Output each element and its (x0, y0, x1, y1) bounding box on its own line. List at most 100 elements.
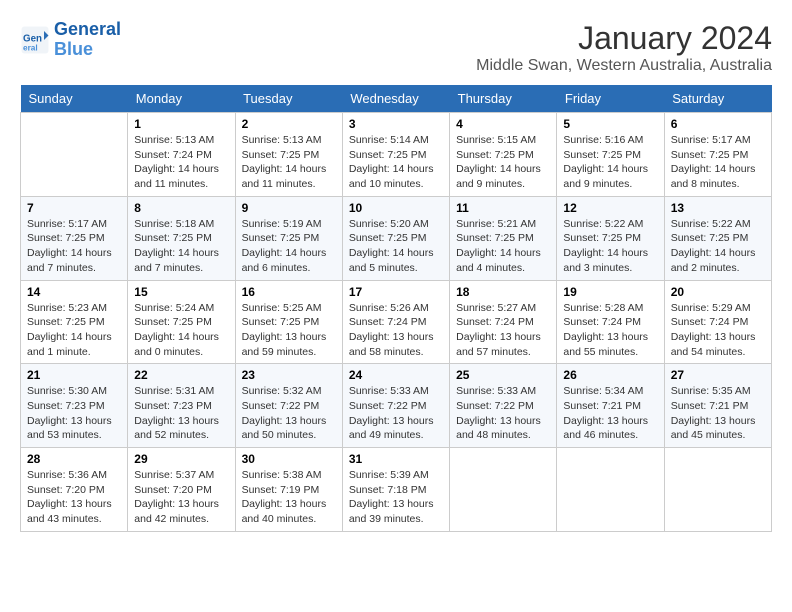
day-number: 30 (242, 452, 336, 466)
day-info: Sunrise: 5:17 AMSunset: 7:25 PMDaylight:… (671, 133, 765, 192)
day-number: 28 (27, 452, 121, 466)
day-info: Sunrise: 5:13 AMSunset: 7:25 PMDaylight:… (242, 133, 336, 192)
day-number: 3 (349, 117, 443, 131)
day-cell: 4Sunrise: 5:15 AMSunset: 7:25 PMDaylight… (450, 113, 557, 197)
day-info: Sunrise: 5:38 AMSunset: 7:19 PMDaylight:… (242, 468, 336, 527)
logo: Gen eral General Blue (20, 20, 121, 60)
day-cell: 6 Sunrise: 5:17 AMSunset: 7:25 PMDaylight… (664, 113, 771, 197)
title-section: January 2024 Middle Swan, Western Austra… (476, 20, 772, 75)
day-info: Sunrise: 5:31 AMSunset: 7:23 PMDaylight:… (134, 384, 228, 443)
day-number: 5 (563, 117, 657, 131)
day-number: 23 (242, 368, 336, 382)
day-cell: 9 Sunrise: 5:19 AMSunset: 7:25 PMDaylight… (235, 196, 342, 280)
day-number: 15 (134, 285, 228, 299)
day-cell: 26 Sunrise: 5:34 AMSunset: 7:21 PMDayligh… (557, 364, 664, 448)
day-number: 31 (349, 452, 443, 466)
day-cell (450, 448, 557, 532)
day-info: Sunrise: 5:33 AMSunset: 7:22 PMDaylight:… (456, 384, 550, 443)
logo-text: General Blue (54, 20, 121, 60)
week-row-4: 21 Sunrise: 5:30 AMSunset: 7:23 PMDayligh… (21, 364, 772, 448)
day-cell: 7Sunrise: 5:17 AMSunset: 7:25 PMDaylight… (21, 196, 128, 280)
day-cell: 28 Sunrise: 5:36 AMSunset: 7:20 PMDayligh… (21, 448, 128, 532)
day-info: Sunrise: 5:16 AMSunset: 7:25 PMDaylight:… (563, 133, 657, 192)
day-info: Sunrise: 5:25 AMSunset: 7:25 PMDaylight:… (242, 301, 336, 360)
weekday-header-wednesday: Wednesday (342, 85, 449, 113)
day-number: 26 (563, 368, 657, 382)
day-info: Sunrise: 5:33 AMSunset: 7:22 PMDaylight:… (349, 384, 443, 443)
day-info: Sunrise: 5:14 AMSunset: 7:25 PMDaylight:… (349, 133, 443, 192)
day-info: Sunrise: 5:18 AMSunset: 7:25 PMDaylight:… (134, 217, 228, 276)
day-cell (664, 448, 771, 532)
day-cell (21, 113, 128, 197)
day-cell: 12 Sunrise: 5:22 AMSunset: 7:25 PMDayligh… (557, 196, 664, 280)
day-number: 19 (563, 285, 657, 299)
day-info: Sunrise: 5:22 AMSunset: 7:25 PMDaylight:… (563, 217, 657, 276)
day-info: Sunrise: 5:15 AMSunset: 7:25 PMDaylight:… (456, 133, 550, 192)
day-cell: 16 Sunrise: 5:25 AMSunset: 7:25 PMDayligh… (235, 280, 342, 364)
day-cell: 10 Sunrise: 5:20 AMSunset: 7:25 PMDayligh… (342, 196, 449, 280)
day-number: 18 (456, 285, 550, 299)
day-cell: 17 Sunrise: 5:26 AMSunset: 7:24 PMDayligh… (342, 280, 449, 364)
day-info: Sunrise: 5:13 AMSunset: 7:24 PMDaylight:… (134, 133, 228, 192)
day-cell: 8 Sunrise: 5:18 AMSunset: 7:25 PMDaylight… (128, 196, 235, 280)
calendar-table: SundayMondayTuesdayWednesdayThursdayFrid… (20, 85, 772, 532)
day-info: Sunrise: 5:26 AMSunset: 7:24 PMDaylight:… (349, 301, 443, 360)
weekday-header-friday: Friday (557, 85, 664, 113)
day-number: 8 (134, 201, 228, 215)
day-number: 10 (349, 201, 443, 215)
day-info: Sunrise: 5:27 AMSunset: 7:24 PMDaylight:… (456, 301, 550, 360)
day-info: Sunrise: 5:39 AMSunset: 7:18 PMDaylight:… (349, 468, 443, 527)
day-number: 7 (27, 201, 121, 215)
weekday-header-row: SundayMondayTuesdayWednesdayThursdayFrid… (21, 85, 772, 113)
day-number: 11 (456, 201, 550, 215)
day-cell: 24 Sunrise: 5:33 AMSunset: 7:22 PMDayligh… (342, 364, 449, 448)
day-number: 24 (349, 368, 443, 382)
day-cell: 5 Sunrise: 5:16 AMSunset: 7:25 PMDaylight… (557, 113, 664, 197)
day-number: 9 (242, 201, 336, 215)
weekday-header-monday: Monday (128, 85, 235, 113)
day-cell: 15 Sunrise: 5:24 AMSunset: 7:25 PMDayligh… (128, 280, 235, 364)
day-number: 29 (134, 452, 228, 466)
day-info: Sunrise: 5:32 AMSunset: 7:22 PMDaylight:… (242, 384, 336, 443)
day-info: Sunrise: 5:24 AMSunset: 7:25 PMDaylight:… (134, 301, 228, 360)
day-cell: 11Sunrise: 5:21 AMSunset: 7:25 PMDayligh… (450, 196, 557, 280)
logo-line1: General (54, 19, 121, 39)
day-info: Sunrise: 5:35 AMSunset: 7:21 PMDaylight:… (671, 384, 765, 443)
day-number: 6 (671, 117, 765, 131)
day-cell: 18 Sunrise: 5:27 AMSunset: 7:24 PMDayligh… (450, 280, 557, 364)
day-info: Sunrise: 5:30 AMSunset: 7:23 PMDaylight:… (27, 384, 121, 443)
day-number: 21 (27, 368, 121, 382)
day-number: 1 (134, 117, 228, 131)
day-cell: 31 Sunrise: 5:39 AMSunset: 7:18 PMDayligh… (342, 448, 449, 532)
day-info: Sunrise: 5:36 AMSunset: 7:20 PMDaylight:… (27, 468, 121, 527)
day-cell: 29Sunrise: 5:37 AMSunset: 7:20 PMDayligh… (128, 448, 235, 532)
weekday-header-sunday: Sunday (21, 85, 128, 113)
location: Middle Swan, Western Australia, Australi… (476, 57, 772, 75)
day-info: Sunrise: 5:19 AMSunset: 7:25 PMDaylight:… (242, 217, 336, 276)
day-info: Sunrise: 5:20 AMSunset: 7:25 PMDaylight:… (349, 217, 443, 276)
day-cell: 2Sunrise: 5:13 AMSunset: 7:25 PMDaylight… (235, 113, 342, 197)
day-cell (557, 448, 664, 532)
day-number: 12 (563, 201, 657, 215)
svg-text:eral: eral (23, 43, 38, 52)
logo-line2: Blue (54, 39, 93, 59)
day-number: 20 (671, 285, 765, 299)
day-number: 17 (349, 285, 443, 299)
day-info: Sunrise: 5:34 AMSunset: 7:21 PMDaylight:… (563, 384, 657, 443)
day-cell: 23 Sunrise: 5:32 AMSunset: 7:22 PMDayligh… (235, 364, 342, 448)
day-cell: 19 Sunrise: 5:28 AMSunset: 7:24 PMDayligh… (557, 280, 664, 364)
week-row-2: 7Sunrise: 5:17 AMSunset: 7:25 PMDaylight… (21, 196, 772, 280)
day-info: Sunrise: 5:23 AMSunset: 7:25 PMDaylight:… (27, 301, 121, 360)
page-header: Gen eral General Blue January 2024 Middl… (20, 20, 772, 75)
week-row-5: 28 Sunrise: 5:36 AMSunset: 7:20 PMDayligh… (21, 448, 772, 532)
day-info: Sunrise: 5:28 AMSunset: 7:24 PMDaylight:… (563, 301, 657, 360)
day-info: Sunrise: 5:29 AMSunset: 7:24 PMDaylight:… (671, 301, 765, 360)
day-number: 14 (27, 285, 121, 299)
day-cell: 14 Sunrise: 5:23 AMSunset: 7:25 PMDayligh… (21, 280, 128, 364)
day-info: Sunrise: 5:22 AMSunset: 7:25 PMDaylight:… (671, 217, 765, 276)
day-number: 25 (456, 368, 550, 382)
weekday-header-saturday: Saturday (664, 85, 771, 113)
day-number: 16 (242, 285, 336, 299)
day-cell: 1 Sunrise: 5:13 AMSunset: 7:24 PMDaylight… (128, 113, 235, 197)
logo-icon: Gen eral (20, 25, 50, 55)
